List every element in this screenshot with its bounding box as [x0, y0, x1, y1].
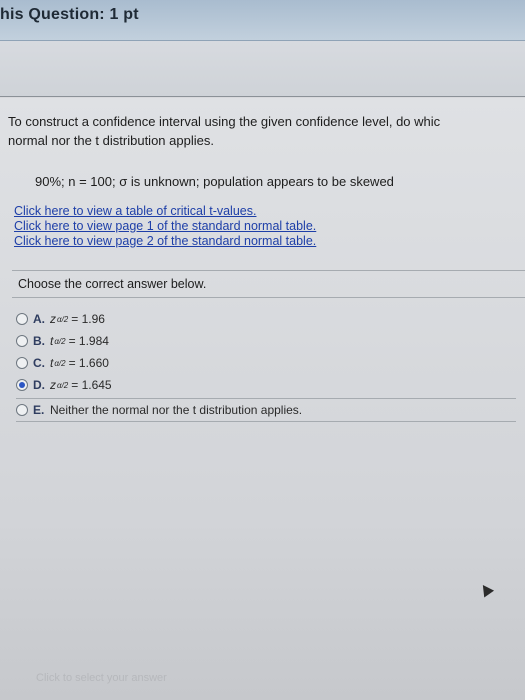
- option-b[interactable]: B. t α/2 = 1.984: [16, 330, 525, 352]
- question-text: To construct a confidence interval using…: [8, 112, 525, 150]
- option-letter: C.: [33, 356, 45, 370]
- prompt-box: Choose the correct answer below.: [12, 270, 525, 298]
- option-subscript: α/2: [54, 358, 66, 368]
- question-points-title: his Question: 1 pt: [0, 6, 139, 23]
- option-value: = 1.645: [71, 378, 112, 392]
- option-symbol: t: [50, 334, 54, 348]
- question-header: his Question: 1 pt: [0, 0, 525, 41]
- option-letter: D.: [33, 378, 45, 392]
- table-links: Click here to view a table of critical t…: [14, 204, 316, 249]
- link-normal-table-page-1[interactable]: Click here to view page 1 of the standar…: [14, 219, 316, 234]
- radio-d-selected[interactable]: [16, 379, 28, 391]
- option-e-box: E. Neither the normal nor the t distribu…: [16, 398, 516, 422]
- option-a[interactable]: A. z α/2 = 1.96: [16, 308, 525, 330]
- radio-c[interactable]: [16, 357, 28, 369]
- question-text-line2: normal nor the t distribution applies.: [8, 133, 214, 148]
- option-value: = 1.96: [71, 312, 105, 326]
- question-parameters: 90%; n = 100; σ is unknown; population a…: [35, 174, 394, 189]
- option-subscript: α/2: [57, 314, 69, 324]
- header-gap: [0, 41, 525, 96]
- radio-e[interactable]: [16, 404, 28, 416]
- question-text-line1: To construct a confidence interval using…: [8, 114, 441, 129]
- divider: [0, 96, 525, 97]
- option-symbol: t: [50, 356, 54, 370]
- radio-a[interactable]: [16, 313, 28, 325]
- option-subscript: α/2: [54, 336, 66, 346]
- option-letter: E.: [33, 403, 45, 417]
- link-critical-t-values[interactable]: Click here to view a table of critical t…: [14, 204, 316, 219]
- footer-hint: Click to select your answer: [36, 672, 167, 684]
- answer-options: A. z α/2 = 1.96 B. t α/2 = 1.984 C. t α/…: [16, 308, 525, 422]
- answer-prompt: Choose the correct answer below.: [18, 277, 207, 291]
- option-letter: A.: [33, 312, 45, 326]
- option-text: Neither the normal nor the t distributio…: [50, 403, 303, 417]
- option-d[interactable]: D. z α/2 = 1.645: [16, 374, 525, 396]
- option-e[interactable]: E. Neither the normal nor the t distribu…: [16, 399, 516, 421]
- option-symbol: z: [50, 378, 56, 392]
- option-value: = 1.984: [68, 334, 109, 348]
- option-subscript: α/2: [57, 380, 69, 390]
- radio-b[interactable]: [16, 335, 28, 347]
- link-normal-table-page-2[interactable]: Click here to view page 2 of the standar…: [14, 234, 316, 249]
- option-c[interactable]: C. t α/2 = 1.660: [16, 352, 525, 374]
- option-symbol: z: [50, 312, 56, 326]
- option-value: = 1.660: [68, 356, 109, 370]
- option-letter: B.: [33, 334, 45, 348]
